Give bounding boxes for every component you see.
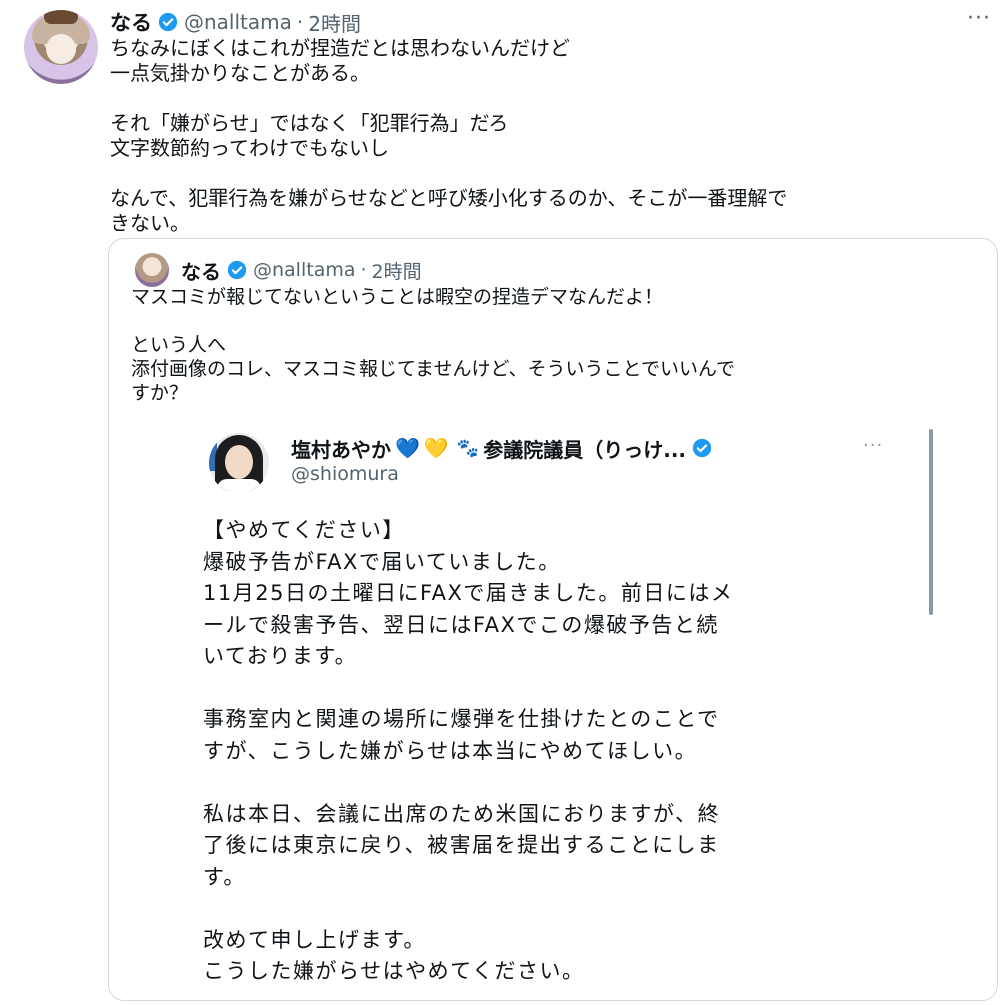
quoted-tweet-text: マスコミが報じてないということは暇空の捏造デマなんだよ！ という人へ 添付画像の… bbox=[131, 286, 736, 404]
verified-badge-icon bbox=[692, 438, 712, 458]
avatar-face bbox=[46, 34, 76, 64]
avatar-face bbox=[225, 445, 253, 479]
quoted-tweet[interactable]: なる @nalltama · 2時間 マスコミが報じてないということは暇空の捏造… bbox=[108, 238, 998, 1001]
tweet-text: ちなみにぼくはこれが捏造だとは思わないんだけど 一点気掛かりなことがある。 それ… bbox=[110, 36, 788, 235]
verified-badge-icon bbox=[227, 260, 247, 280]
image-author-header: 塩村あやか 💙 💛 🐾 参議院議員（りっけ... bbox=[291, 433, 718, 463]
quoted-author-avatar[interactable] bbox=[135, 253, 169, 287]
attached-image[interactable]: 塩村あやか 💙 💛 🐾 参議院議員（りっけ... ··· @shiomura 【… bbox=[197, 419, 937, 1000]
paw-prints-icon: 🐾 bbox=[456, 437, 480, 459]
image-author-name: 塩村あやか bbox=[291, 437, 391, 462]
quoted-tweet-timestamp[interactable]: 2時間 bbox=[372, 257, 422, 284]
tweet-timestamp[interactable]: 2時間 bbox=[308, 8, 361, 37]
verified-badge-icon bbox=[158, 12, 178, 32]
more-options-icon[interactable]: ··· bbox=[967, 6, 991, 31]
image-author-handle: @shiomura bbox=[291, 463, 399, 485]
image-author-avatar bbox=[209, 433, 269, 493]
separator-dot: · bbox=[296, 10, 304, 34]
more-options-icon: ··· bbox=[863, 435, 884, 456]
blue-heart-icon: 💙 bbox=[395, 436, 420, 460]
quoted-tweet-header: なる @nalltama · 2時間 bbox=[181, 253, 422, 287]
yellow-heart-icon: 💛 bbox=[423, 436, 449, 460]
quoted-author-handle[interactable]: @nalltama bbox=[253, 259, 356, 281]
image-author-title: 参議院議員（りっけ... bbox=[483, 437, 687, 462]
tweet-header: なる @nalltama · 2時間 bbox=[110, 8, 361, 36]
avatar-hat bbox=[44, 10, 78, 24]
author-name[interactable]: なる bbox=[110, 7, 152, 37]
scrollbar bbox=[929, 429, 933, 615]
separator-dot: · bbox=[360, 259, 367, 281]
author-avatar[interactable] bbox=[24, 10, 98, 84]
quoted-author-name[interactable]: なる bbox=[181, 256, 221, 285]
avatar-shirt bbox=[217, 479, 261, 493]
image-post-body: 【やめてください】 爆破予告がFAXで届いていました。 11月25日の土曜日にF… bbox=[203, 518, 734, 983]
author-handle[interactable]: @nalltama bbox=[184, 10, 292, 34]
